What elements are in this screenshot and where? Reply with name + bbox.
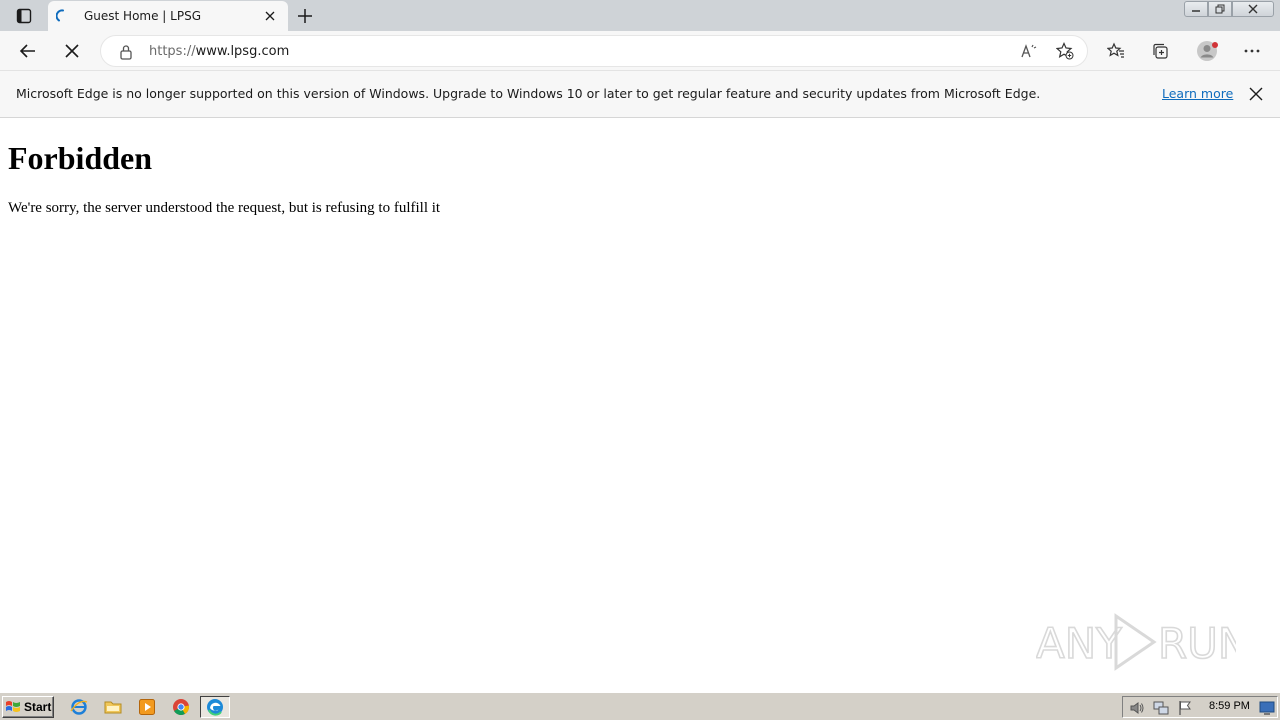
restore-icon bbox=[1215, 4, 1225, 14]
lock-icon[interactable] bbox=[119, 44, 133, 60]
url-host: www.lpsg.com bbox=[195, 44, 290, 59]
more-dots-icon bbox=[1244, 49, 1260, 53]
error-message: We're sorry, the server understood the r… bbox=[8, 200, 441, 216]
start-label: Start bbox=[24, 700, 52, 714]
unsupported-os-infobar: Microsoft Edge is no longer supported on… bbox=[0, 71, 1280, 118]
close-tab-icon[interactable] bbox=[264, 10, 276, 22]
taskbar-clock[interactable]: 8:59 PM bbox=[1209, 700, 1250, 712]
watermark-text-left: ANY bbox=[1036, 619, 1122, 668]
tab-strip: Guest Home | LPSG bbox=[0, 0, 1280, 31]
favorites-icon bbox=[1107, 42, 1124, 58]
browser-toolbar: https://www.lpsg.com bbox=[0, 31, 1280, 71]
taskbar: Start 8:59 PM bbox=[0, 692, 1280, 720]
folder-icon[interactable] bbox=[104, 698, 122, 716]
favorites-button[interactable] bbox=[1106, 41, 1126, 61]
read-aloud-button[interactable] bbox=[1019, 41, 1039, 61]
url-scheme: https:// bbox=[149, 44, 196, 59]
read-aloud-icon bbox=[1021, 44, 1037, 58]
profile-button[interactable] bbox=[1196, 41, 1220, 61]
internet-explorer-icon[interactable] bbox=[70, 698, 88, 716]
page-title: Forbidden bbox=[8, 140, 153, 176]
add-favorite-button[interactable] bbox=[1055, 41, 1075, 61]
network-icon[interactable] bbox=[1153, 700, 1169, 716]
anyrun-watermark-logo: ANY RUN bbox=[1036, 613, 1236, 671]
media-player-icon[interactable] bbox=[138, 698, 156, 716]
back-arrow-icon bbox=[19, 44, 35, 58]
back-button[interactable] bbox=[18, 41, 38, 61]
close-infobar-icon[interactable] bbox=[1248, 86, 1264, 102]
tab-title: Guest Home | LPSG bbox=[84, 9, 202, 23]
url-text[interactable]: https://www.lpsg.com bbox=[149, 44, 289, 59]
address-bar[interactable]: https://www.lpsg.com bbox=[100, 35, 1088, 67]
stop-loading-button[interactable] bbox=[62, 41, 82, 61]
edge-icon bbox=[207, 699, 223, 716]
avatar-icon bbox=[1197, 41, 1218, 61]
new-tab-icon[interactable] bbox=[296, 7, 314, 25]
volume-icon[interactable] bbox=[1129, 700, 1145, 716]
action-center-flag-icon[interactable] bbox=[1177, 700, 1193, 716]
minimize-button[interactable] bbox=[1184, 1, 1208, 17]
system-tray: 8:59 PM bbox=[1122, 696, 1278, 718]
loading-spinner-icon bbox=[56, 9, 64, 22]
stop-icon bbox=[65, 44, 79, 58]
settings-more-button[interactable] bbox=[1242, 41, 1262, 61]
restore-button[interactable] bbox=[1208, 1, 1232, 17]
tab-actions-button[interactable] bbox=[10, 5, 38, 27]
minimize-icon bbox=[1192, 10, 1200, 12]
tab-guest-home[interactable]: Guest Home | LPSG bbox=[48, 1, 288, 31]
tab-actions-icon bbox=[16, 8, 32, 24]
learn-more-link[interactable]: Learn more bbox=[1162, 86, 1233, 101]
windows-logo-icon bbox=[6, 701, 20, 712]
taskbar-edge-button[interactable] bbox=[200, 696, 230, 718]
infobar-message: Microsoft Edge is no longer supported on… bbox=[16, 86, 1041, 101]
show-desktop-icon[interactable] bbox=[1259, 700, 1275, 716]
collections-button[interactable] bbox=[1150, 41, 1170, 61]
watermark-text-right: RUN bbox=[1158, 619, 1236, 668]
star-add-icon bbox=[1056, 42, 1074, 60]
chrome-icon[interactable] bbox=[172, 698, 190, 716]
close-window-icon bbox=[1248, 4, 1258, 14]
collections-icon bbox=[1153, 43, 1168, 59]
page-content: Forbidden We're sorry, the server unders… bbox=[0, 118, 1280, 691]
close-window-button[interactable] bbox=[1232, 1, 1274, 17]
start-button[interactable]: Start bbox=[2, 696, 54, 718]
